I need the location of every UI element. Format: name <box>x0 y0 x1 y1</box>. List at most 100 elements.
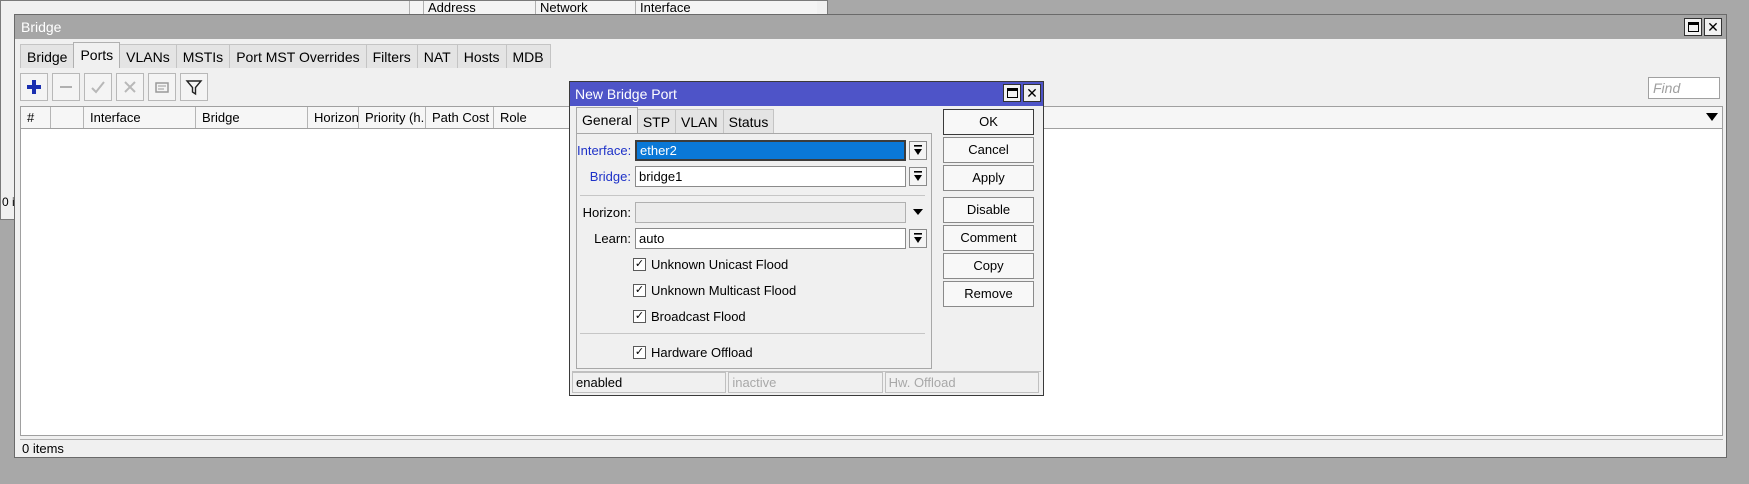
learn-field[interactable]: auto <box>635 227 906 249</box>
tab-general[interactable]: General <box>576 107 638 133</box>
column-number[interactable]: # <box>21 107 51 128</box>
bridge-dropdown-button[interactable] <box>909 166 927 186</box>
column-flags[interactable] <box>51 107 84 128</box>
unknown-unicast-flood-checkbox[interactable]: ✓ Unknown Unicast Flood <box>633 255 788 273</box>
column-interface[interactable]: Interface <box>635 1 755 15</box>
interface-row: Interface: ether2 <box>577 139 927 161</box>
hardware-offload-checkbox[interactable]: ✓ Hardware Offload <box>633 343 753 361</box>
interface-field[interactable]: ether2 <box>635 139 906 161</box>
window-title: Bridge <box>21 19 62 35</box>
bridge-field[interactable]: bridge1 <box>635 165 906 187</box>
remove-button[interactable]: Remove <box>943 281 1034 307</box>
tab-mdb[interactable]: MDB <box>505 44 551 68</box>
dialog-buttons: OK Cancel Apply Disable Comment Copy Rem… <box>943 109 1034 309</box>
dialog-maximize-button[interactable] <box>1003 84 1021 102</box>
tab-stp[interactable]: STP <box>636 109 677 133</box>
comment-button[interactable] <box>148 73 176 101</box>
window-status: 0 items <box>20 439 1723 457</box>
column-role[interactable]: Role <box>494 107 574 128</box>
dialog-status-bar: enabled inactive Hw. Offload <box>572 371 1041 393</box>
note-icon <box>155 82 169 93</box>
unknown-multicast-flood-checkbox[interactable]: ✓ Unknown Multicast Flood <box>633 281 796 299</box>
column-bridge[interactable]: Bridge <box>196 107 308 128</box>
cancel-button[interactable]: Cancel <box>943 137 1034 163</box>
column-address[interactable]: Address <box>423 1 535 15</box>
disable-button[interactable] <box>116 73 144 101</box>
close-icon: ✕ <box>1707 19 1719 35</box>
tab-filters[interactable]: Filters <box>365 44 418 68</box>
window-tabs: Bridge Ports VLANs MSTIs Port MST Overri… <box>20 42 551 68</box>
copy-button[interactable]: Copy <box>943 253 1034 279</box>
close-button[interactable]: ✕ <box>1704 18 1722 36</box>
check-icon <box>91 81 105 94</box>
general-panel: Interface: ether2 Bridge: bridge1 Horizo… <box>576 133 932 369</box>
comment-button[interactable]: Comment <box>943 225 1034 251</box>
dialog-titlebar[interactable]: New Bridge Port ✕ <box>570 82 1043 106</box>
tab-hosts[interactable]: Hosts <box>456 44 507 68</box>
column-network[interactable]: Network <box>535 1 635 15</box>
remove-button[interactable] <box>52 73 80 101</box>
tab-vlans[interactable]: VLANs <box>119 44 177 68</box>
unknown-unicast-flood-label: Unknown Unicast Flood <box>651 256 789 272</box>
tab-vlan[interactable]: VLAN <box>675 109 724 133</box>
tab-ports[interactable]: Ports <box>73 42 121 68</box>
maximize-icon <box>1687 22 1699 32</box>
close-icon: ✕ <box>1026 85 1038 101</box>
column-menu-icon[interactable] <box>1706 113 1718 121</box>
dropdown-arrow-icon <box>914 145 922 155</box>
horizon-expand-button[interactable] <box>909 209 927 215</box>
broadcast-flood-label: Broadcast Flood <box>651 308 746 324</box>
bridge-row: Bridge: bridge1 <box>577 165 927 187</box>
tab-port-mst-overrides[interactable]: Port MST Overrides <box>229 44 367 68</box>
tab-mstis[interactable]: MSTIs <box>175 44 231 68</box>
status-inactive: inactive <box>728 372 883 393</box>
tab-nat[interactable]: NAT <box>416 44 458 68</box>
minus-icon <box>60 86 72 88</box>
dialog-close-button[interactable]: ✕ <box>1023 84 1041 102</box>
horizon-row: Horizon: <box>577 201 927 223</box>
ok-button[interactable]: OK <box>943 109 1034 135</box>
find-input[interactable]: Find <box>1648 77 1720 99</box>
chevron-down-icon <box>913 209 923 215</box>
column-interface[interactable]: Interface <box>84 107 196 128</box>
interface-dropdown-button[interactable] <box>909 140 927 160</box>
enable-button[interactable] <box>84 73 112 101</box>
dropdown-arrow-icon <box>914 233 922 243</box>
horizon-field[interactable] <box>635 201 906 223</box>
maximize-icon <box>1006 88 1018 98</box>
learn-dropdown-button[interactable] <box>909 228 927 248</box>
window-titlebar[interactable]: Bridge ✕ <box>15 15 1726 39</box>
tab-status[interactable]: Status <box>722 109 775 133</box>
unknown-multicast-flood-label: Unknown Multicast Flood <box>651 282 797 298</box>
learn-row: Learn: auto <box>577 227 927 249</box>
filter-button[interactable] <box>180 73 208 101</box>
column-horizon[interactable]: Horizon <box>308 107 359 128</box>
new-bridge-port-dialog: New Bridge Port ✕ General STP VLAN Statu… <box>569 81 1044 396</box>
hardware-offload-label: Hardware Offload <box>651 344 753 360</box>
checkmark-icon: ✓ <box>633 309 646 323</box>
column-priority[interactable]: Priority (h... <box>359 107 426 128</box>
broadcast-flood-checkbox[interactable]: ✓ Broadcast Flood <box>633 307 746 325</box>
separator <box>580 333 925 334</box>
column-path-cost[interactable]: Path Cost <box>426 107 494 128</box>
dialog-title: New Bridge Port <box>575 86 677 102</box>
status-enabled: enabled <box>572 372 727 393</box>
add-button[interactable] <box>20 73 48 101</box>
plus-icon <box>27 80 41 94</box>
disable-button[interactable]: Disable <box>943 197 1034 223</box>
separator <box>580 195 925 196</box>
toolbar <box>20 73 208 101</box>
x-icon <box>124 81 136 93</box>
horizon-label: Horizon: <box>582 204 631 220</box>
apply-button[interactable]: Apply <box>943 165 1034 191</box>
status-hw-offload: Hw. Offload <box>884 372 1039 393</box>
tab-bridge[interactable]: Bridge <box>20 44 75 68</box>
learn-label: Learn: <box>594 230 631 246</box>
maximize-button[interactable] <box>1684 18 1702 36</box>
checkmark-icon: ✓ <box>633 257 646 271</box>
dropdown-arrow-icon <box>914 171 922 181</box>
background-table-header: Address Network Interface <box>409 1 817 15</box>
interface-label: Interface: <box>577 142 632 158</box>
checkmark-icon: ✓ <box>633 345 646 359</box>
dialog-tabs: General STP VLAN Status <box>576 107 775 133</box>
